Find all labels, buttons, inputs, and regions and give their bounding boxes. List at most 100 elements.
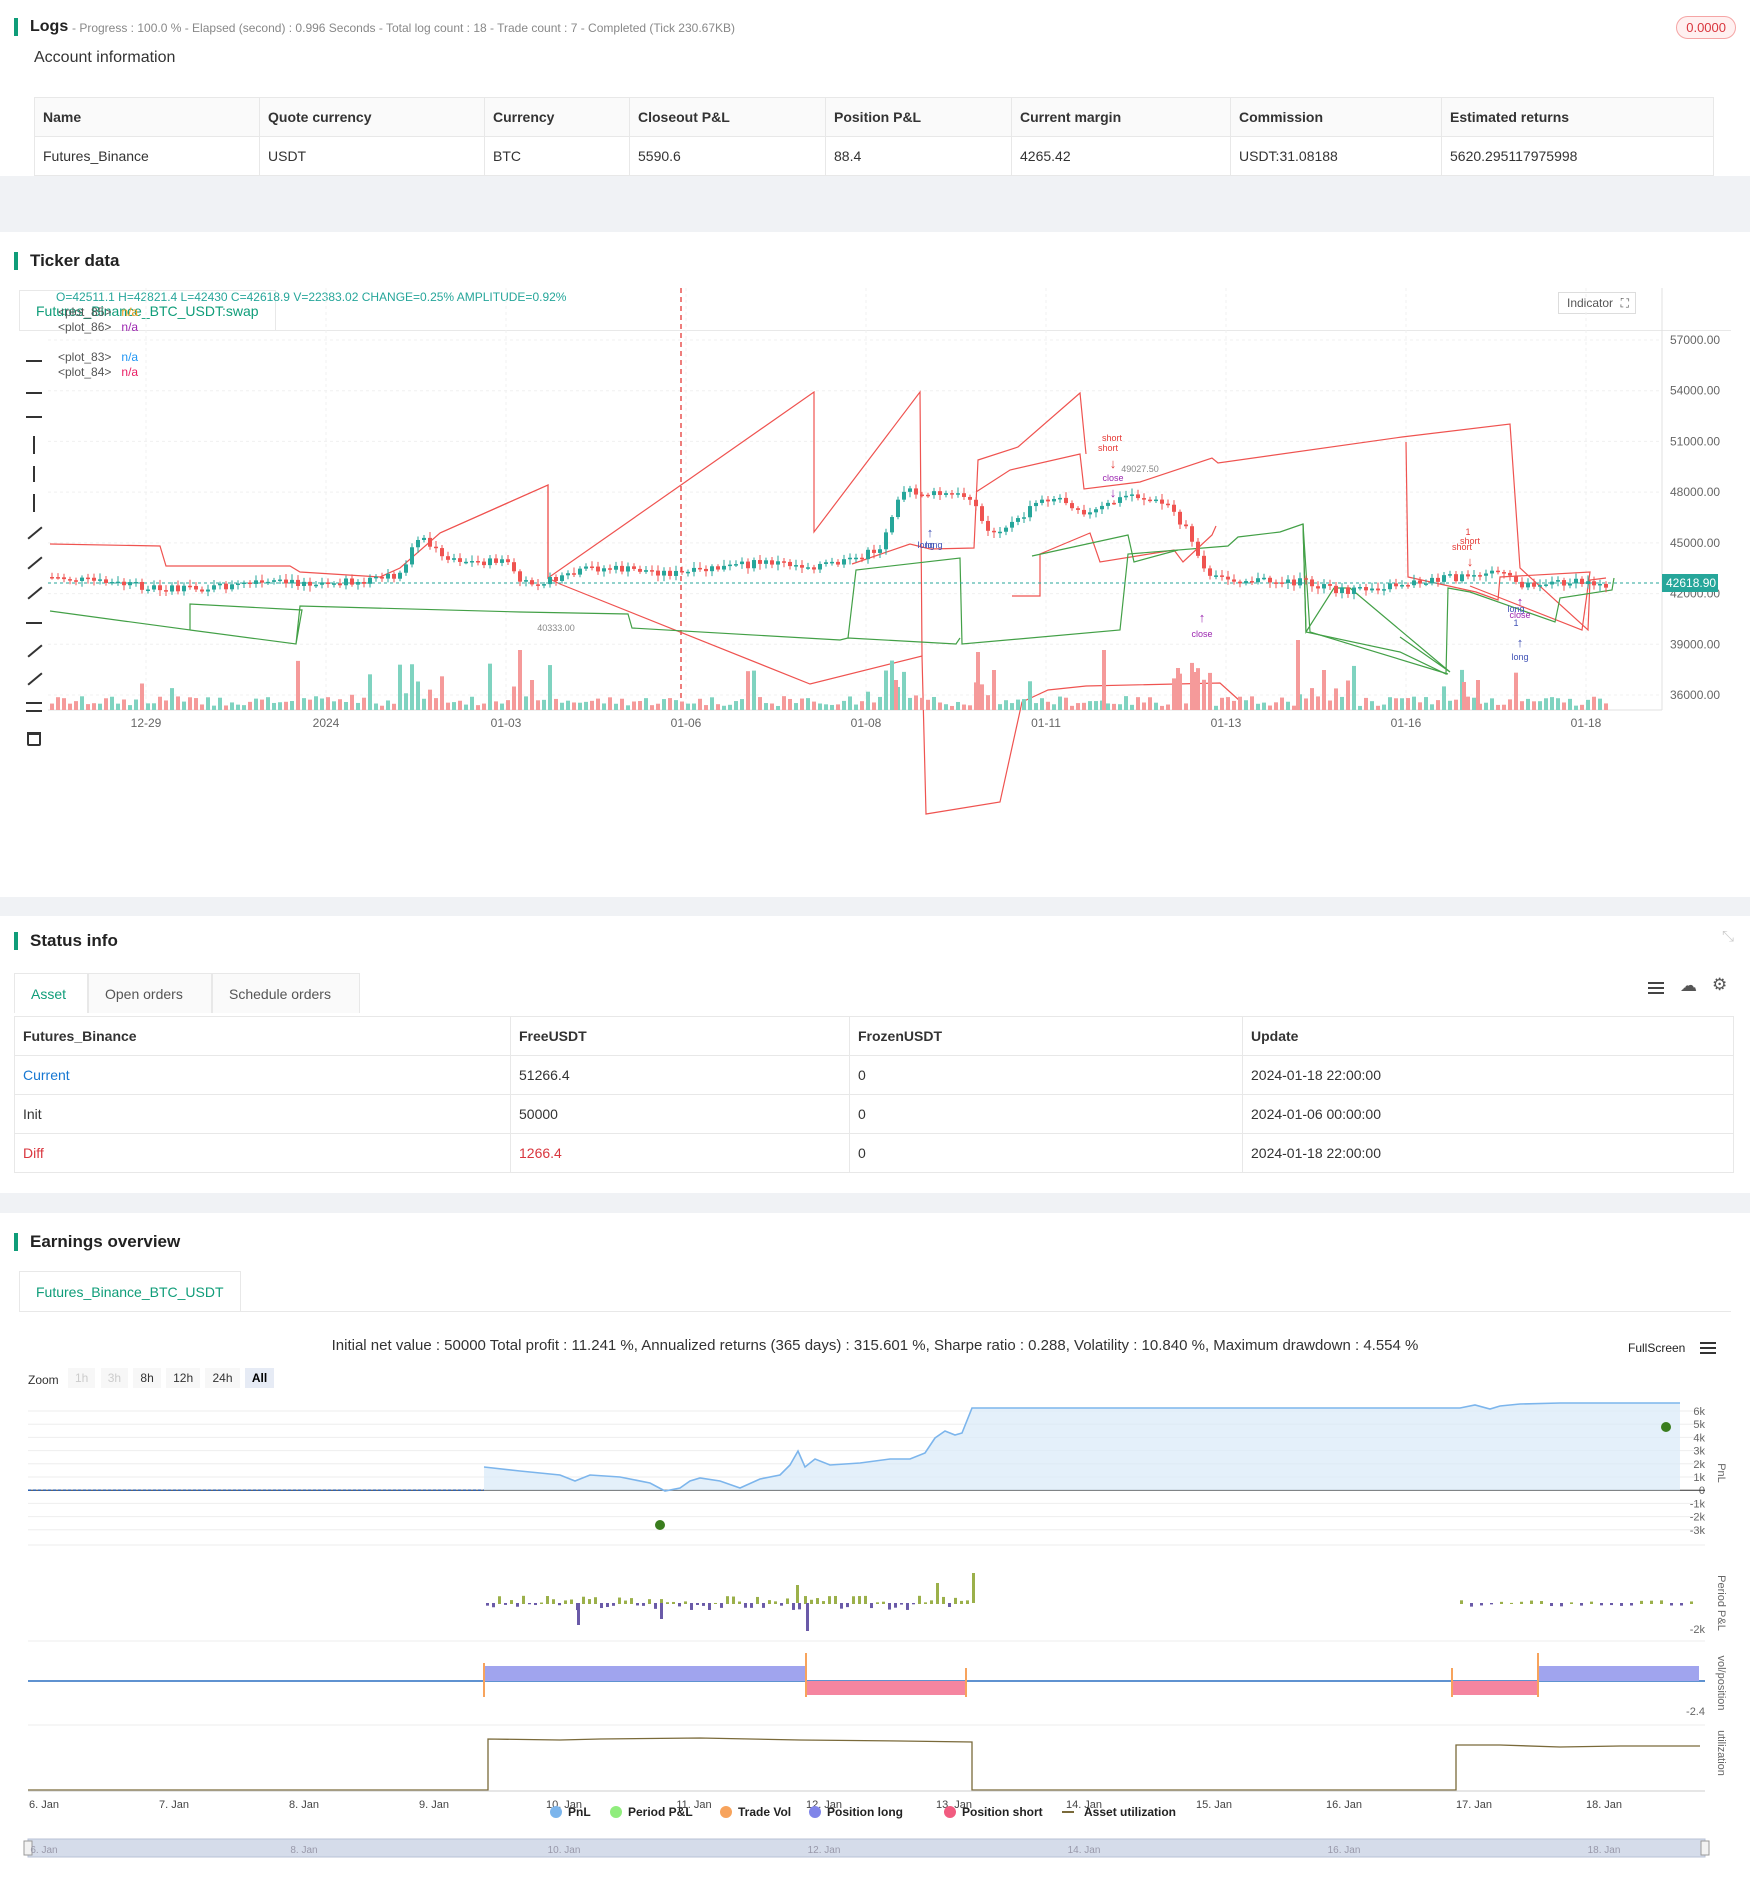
volume-bar xyxy=(998,704,1002,710)
candle-body xyxy=(386,573,390,579)
volume-bar xyxy=(890,660,894,710)
candle-body xyxy=(1526,582,1530,588)
candle-body xyxy=(326,582,330,584)
candle-body xyxy=(1292,579,1296,586)
candle-body xyxy=(458,558,462,562)
candle-body xyxy=(608,568,612,570)
volume-bar xyxy=(1334,688,1338,710)
candle-body xyxy=(692,567,696,572)
volume-bar xyxy=(254,698,258,710)
volume-bar xyxy=(788,698,792,710)
cell-currency: BTC xyxy=(484,136,630,176)
volume-bar xyxy=(560,702,564,710)
status-panel: Status info ⤡ Asset Open orders Schedule… xyxy=(0,916,1750,1193)
volume-bar xyxy=(800,698,804,710)
col-closeout-pnl: Closeout P&L xyxy=(629,97,826,137)
period-pnl-bar xyxy=(486,1603,489,1606)
candle-body xyxy=(686,571,690,574)
settings-gear-icon[interactable]: ⚙ xyxy=(1712,975,1727,995)
period-pnl-bar xyxy=(522,1595,525,1604)
volume-bar xyxy=(614,703,618,710)
collapse-icon[interactable]: ⤡ xyxy=(1722,928,1734,945)
period-pnl-bar xyxy=(870,1603,873,1609)
candle-body xyxy=(404,564,408,573)
volume-bar xyxy=(104,698,108,710)
candle-body xyxy=(1268,577,1272,583)
candle-body xyxy=(674,570,678,576)
period-pnl-bar xyxy=(1610,1603,1613,1606)
tab-asset[interactable]: Asset xyxy=(14,973,88,1013)
candle-body xyxy=(1448,574,1452,576)
volume-bar xyxy=(554,698,558,710)
volume-bar xyxy=(1250,696,1254,710)
volume-bar xyxy=(902,671,906,710)
volume-bar xyxy=(704,705,708,710)
candle-body xyxy=(308,581,312,586)
volume-bar xyxy=(230,702,234,710)
volume-bar xyxy=(80,696,84,710)
volume-bar xyxy=(962,704,966,710)
list-view-icon[interactable] xyxy=(1648,982,1664,994)
volume-bar xyxy=(1490,698,1494,710)
vol-tick-label: -2.4 xyxy=(1686,1706,1705,1718)
period-pnl-bar xyxy=(780,1603,783,1606)
candle-body xyxy=(56,577,60,579)
candlestick-chart[interactable]: 57000.00 54000.00 51000.00 48000.00 45000.00… xyxy=(0,232,1750,897)
volume-bar xyxy=(398,664,402,710)
period-pnl-bar xyxy=(840,1603,843,1609)
candle-body xyxy=(188,585,192,588)
volume-bar xyxy=(1538,701,1542,710)
period-pnl-bar xyxy=(828,1596,831,1604)
volume-bar xyxy=(488,663,492,710)
tab-schedule-orders[interactable]: Schedule orders xyxy=(212,973,360,1013)
volume-bar xyxy=(1514,672,1518,710)
volume-bar xyxy=(1394,698,1398,710)
volume-bar xyxy=(1376,705,1380,710)
candle-body xyxy=(1340,587,1344,594)
candle-body xyxy=(1394,583,1398,587)
volume-bar xyxy=(272,702,276,710)
volume-bar xyxy=(860,701,864,710)
volume-bar xyxy=(182,701,186,710)
volume-bar xyxy=(1280,697,1284,710)
candle-body xyxy=(698,567,702,570)
earnings-chart[interactable]: 6k5k4k3k2k1k0-1k-2k-3kPnL-2k Period P&L-2… xyxy=(0,1213,1750,1891)
tab-open-orders[interactable]: Open orders xyxy=(88,973,212,1013)
volume-bar xyxy=(710,697,714,710)
table-row: Current 51266.4 0 2024-01-18 22:00:00 xyxy=(14,1055,1734,1095)
candle-body xyxy=(596,566,600,572)
volume-bar xyxy=(884,670,888,710)
pnl-tick-label: -3k xyxy=(1690,1525,1706,1537)
period-pnl-bar xyxy=(774,1601,777,1604)
cloud-download-icon[interactable]: ☁ xyxy=(1680,976,1697,996)
volume-bar xyxy=(1220,697,1224,710)
volume-bar xyxy=(1082,702,1086,710)
volume-bar xyxy=(212,705,216,710)
volume-bar xyxy=(146,703,150,710)
navigator-tick-label: 10. Jan xyxy=(548,1845,581,1856)
volume-bar xyxy=(764,703,768,710)
earnings-panel: Earnings overview Futures_Binance_BTC_US… xyxy=(0,1213,1750,1891)
pnl-tick-label: 4k xyxy=(1693,1432,1705,1444)
time-tick-label: 18. Jan xyxy=(1586,1799,1622,1811)
period-pnl-bar xyxy=(600,1603,603,1609)
candle-body xyxy=(1322,584,1326,589)
volume-bar xyxy=(86,704,90,710)
logs-count-badge[interactable]: 0.0000 xyxy=(1676,16,1736,39)
volume-bar xyxy=(1580,704,1584,710)
period-pnl-bar xyxy=(762,1603,765,1608)
y-tick-label: 57000.00 xyxy=(1670,333,1720,347)
period-pnl-bar xyxy=(1590,1601,1593,1604)
volume-bar xyxy=(362,697,366,710)
candle-body xyxy=(1412,580,1416,586)
time-tick-label: 15. Jan xyxy=(1196,1799,1232,1811)
candle-body xyxy=(62,577,66,580)
volume-bar xyxy=(1154,702,1158,710)
volume-bar xyxy=(1118,704,1122,710)
volume-bar xyxy=(1370,701,1374,710)
period-pnl-bar xyxy=(888,1603,891,1610)
candle-body xyxy=(506,559,510,563)
volume-bar xyxy=(1568,698,1572,710)
period-pnl-bar xyxy=(972,1573,975,1603)
period-pnl-bar xyxy=(1510,1602,1513,1604)
